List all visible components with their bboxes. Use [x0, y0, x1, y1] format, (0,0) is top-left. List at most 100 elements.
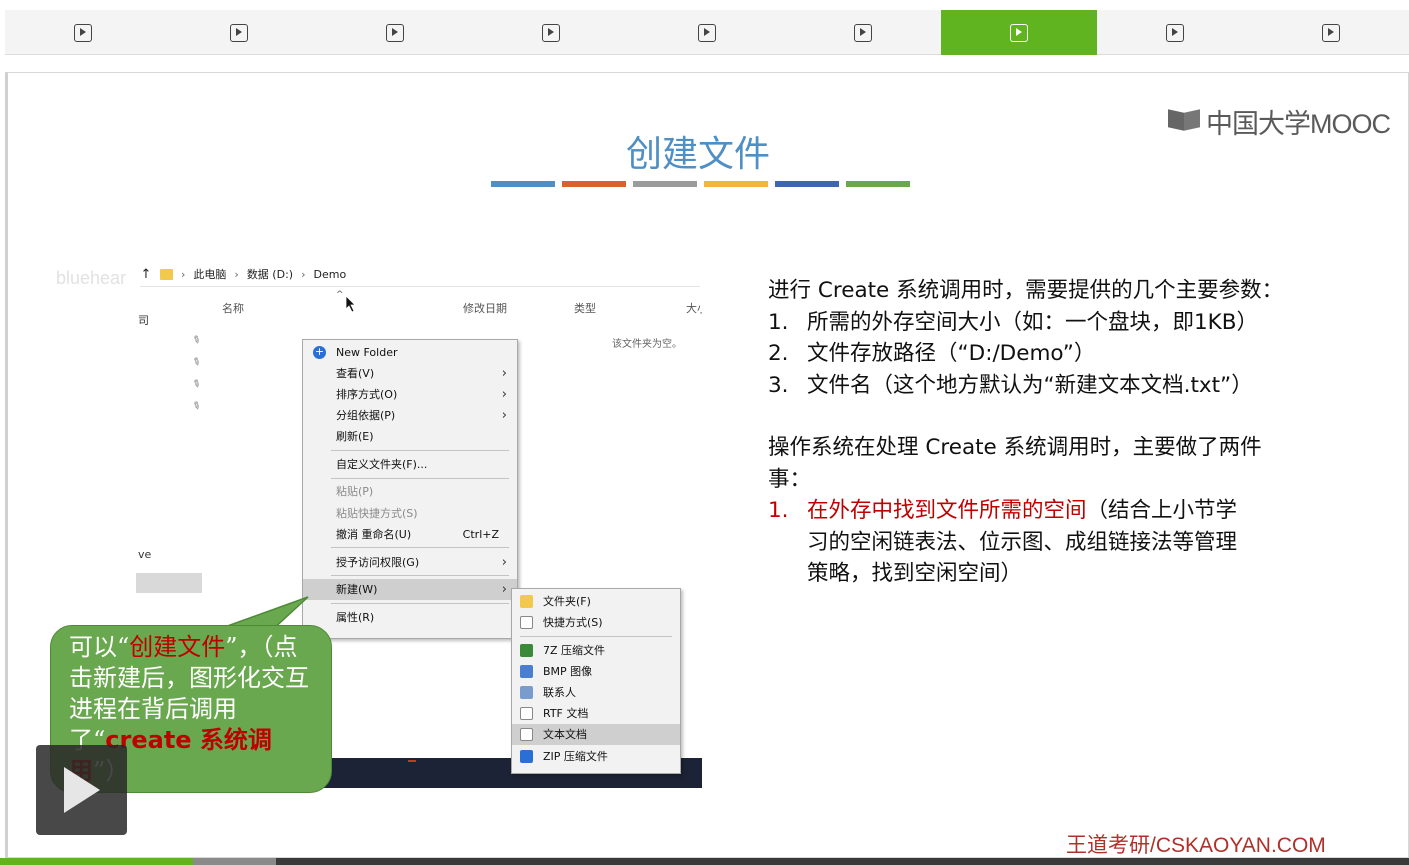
- step-text: （结合上小节学: [1086, 498, 1238, 523]
- play-tab-icon: [386, 23, 404, 42]
- work-step: 1. 在外存中找到文件所需的空间（结合上小节学: [768, 495, 1368, 527]
- tab-2[interactable]: [161, 10, 317, 55]
- menu-item-new[interactable]: 新建(W) ›: [303, 579, 517, 600]
- pin-icon: ✎: [189, 355, 203, 370]
- play-tab-icon: [230, 23, 248, 42]
- menu-label: 7Z 压缩文件: [543, 644, 606, 657]
- title-bar-segment: [562, 181, 626, 187]
- submenu-item-contact[interactable]: 联系人: [512, 682, 680, 703]
- menu-separator: [331, 603, 509, 604]
- breadcrumb-item: 数据 (D:): [246, 268, 294, 281]
- tab-4[interactable]: [473, 10, 629, 55]
- text-file-icon: [520, 728, 533, 741]
- folder-icon: [520, 595, 533, 608]
- menu-label: 粘贴快捷方式(S): [336, 507, 418, 520]
- chevron-right-icon: ›: [501, 582, 507, 597]
- menu-shortcut: Ctrl+Z: [462, 528, 499, 541]
- step-text: 习的空闲链表法、位示图、成组链接法等管理: [807, 529, 1238, 555]
- menu-label: ZIP 压缩文件: [543, 750, 608, 763]
- menu-label: 排序方式(O): [336, 388, 398, 401]
- work-intro-cont: 事：: [768, 466, 812, 492]
- submenu-item-folder[interactable]: 文件夹(F): [512, 591, 680, 612]
- tab-bar: [5, 10, 1409, 55]
- menu-item-undo[interactable]: 撤消 重命名(U) Ctrl+Z: [303, 524, 517, 545]
- menu-label: 新建(W): [336, 583, 378, 596]
- watermark: bluehear: [56, 268, 127, 288]
- menu-item-new-folder[interactable]: + New Folder: [303, 342, 517, 363]
- menu-label: RTF 文档: [543, 707, 589, 720]
- tab-8[interactable]: [1097, 10, 1253, 55]
- submenu-item-zip[interactable]: ZIP 压缩文件: [512, 746, 680, 767]
- footer-brand: 王道考研/CSKAOYAN.COM: [1066, 834, 1326, 857]
- menu-label: New Folder: [336, 346, 398, 359]
- menu-item-customize[interactable]: 自定义文件夹(F)...: [303, 454, 517, 475]
- tab-9[interactable]: [1253, 10, 1409, 55]
- title-bar-segment: [704, 181, 768, 187]
- menu-separator: [331, 478, 509, 479]
- progress-played: [0, 858, 194, 865]
- menu-item-properties[interactable]: 属性(R): [303, 607, 517, 628]
- param-text: 文件名（这个地方默认为“新建文本文档.txt”）: [807, 372, 1253, 398]
- play-tab-icon: [1010, 23, 1028, 42]
- shortcut-icon: [520, 616, 533, 629]
- empty-folder-note: 该文件夹为空。: [612, 339, 682, 350]
- taskbar-marker: [408, 760, 416, 762]
- sort-up-icon: ^: [336, 290, 344, 300]
- callout-text: 可以“: [69, 633, 130, 661]
- video-progress-bar[interactable]: [0, 858, 1409, 865]
- work-intro: 操作系统在处理 Create 系统调用时，主要做了两件: [768, 435, 1262, 460]
- menu-item-paste[interactable]: 粘贴(P): [303, 481, 517, 502]
- menu-separator: [331, 575, 509, 576]
- progress-buffered: [193, 858, 277, 865]
- slide-title: 创建文件: [625, 134, 770, 175]
- param-item: 3. 文件名（这个地方默认为“新建文本文档.txt”）: [768, 370, 1368, 402]
- menu-item-sort[interactable]: 排序方式(O) ›: [303, 384, 517, 405]
- column-header-name: 名称: [222, 302, 244, 315]
- menu-item-group[interactable]: 分组依据(P) ›: [303, 405, 517, 426]
- plus-circle-icon: +: [313, 345, 326, 359]
- submenu-item-7z[interactable]: 7Z 压缩文件: [512, 640, 680, 661]
- menu-item-refresh[interactable]: 刷新(E): [303, 426, 517, 447]
- param-text: 所需的外存空间大小（如：一个盘块，即1KB）: [807, 309, 1259, 335]
- play-tab-icon: [74, 23, 92, 42]
- submenu-item-text-doc[interactable]: 文本文档: [512, 724, 680, 745]
- menu-item-paste-shortcut[interactable]: 粘贴快捷方式(S): [303, 503, 517, 524]
- chevron-right-icon: ›: [181, 267, 186, 281]
- param-item: 2. 文件存放路径（“D:/Demo”）: [768, 338, 1368, 370]
- menu-label: 文件夹(F): [543, 595, 591, 608]
- tab-7-active[interactable]: [941, 10, 1097, 55]
- chevron-right-icon: ›: [301, 267, 306, 281]
- step-text: 策略，找到空闲空间）: [807, 561, 1023, 586]
- menu-label: 分组依据(P): [336, 409, 396, 422]
- pin-icon: ✎: [189, 377, 203, 392]
- menu-item-view[interactable]: 查看(V) ›: [303, 363, 517, 384]
- image-icon: [520, 665, 533, 678]
- step-highlight: 在外存中找到文件所需的空间: [807, 498, 1087, 523]
- archive-7z-icon: [520, 644, 533, 657]
- pin-icon: ✎: [189, 399, 203, 414]
- pin-icon: ✎: [189, 333, 203, 348]
- submenu-item-bmp[interactable]: BMP 图像: [512, 661, 680, 682]
- chevron-right-icon: ›: [501, 366, 507, 381]
- title-bar-segment: [846, 181, 910, 187]
- nav-selected-item[interactable]: [136, 573, 202, 593]
- play-tab-icon: [1322, 23, 1340, 42]
- column-header-modified: 修改日期: [463, 302, 507, 315]
- chevron-right-icon: ›: [501, 555, 507, 570]
- submenu-item-shortcut[interactable]: 快捷方式(S): [512, 612, 680, 633]
- column-header-type: 类型: [574, 302, 596, 315]
- tab-5[interactable]: [629, 10, 785, 55]
- new-submenu: 文件夹(F) 快捷方式(S) 7Z 压缩文件 BMP 图像 联系人 RTF 文档…: [511, 588, 681, 774]
- title-bar-segment: [491, 181, 555, 187]
- tab-3[interactable]: [317, 10, 473, 55]
- submenu-item-rtf[interactable]: RTF 文档: [512, 703, 680, 724]
- menu-label: 撤消 重命名(U): [336, 528, 412, 541]
- tab-1[interactable]: [5, 10, 161, 55]
- folder-icon: [160, 268, 173, 280]
- params-intro: 进行 Create 系统调用时，需要提供的几个主要参数：: [768, 278, 1284, 303]
- play-button[interactable]: [36, 745, 127, 835]
- menu-item-grant-access[interactable]: 授予访问权限(G) ›: [303, 552, 517, 573]
- tab-6[interactable]: [785, 10, 941, 55]
- menu-label: 刷新(E): [336, 430, 374, 443]
